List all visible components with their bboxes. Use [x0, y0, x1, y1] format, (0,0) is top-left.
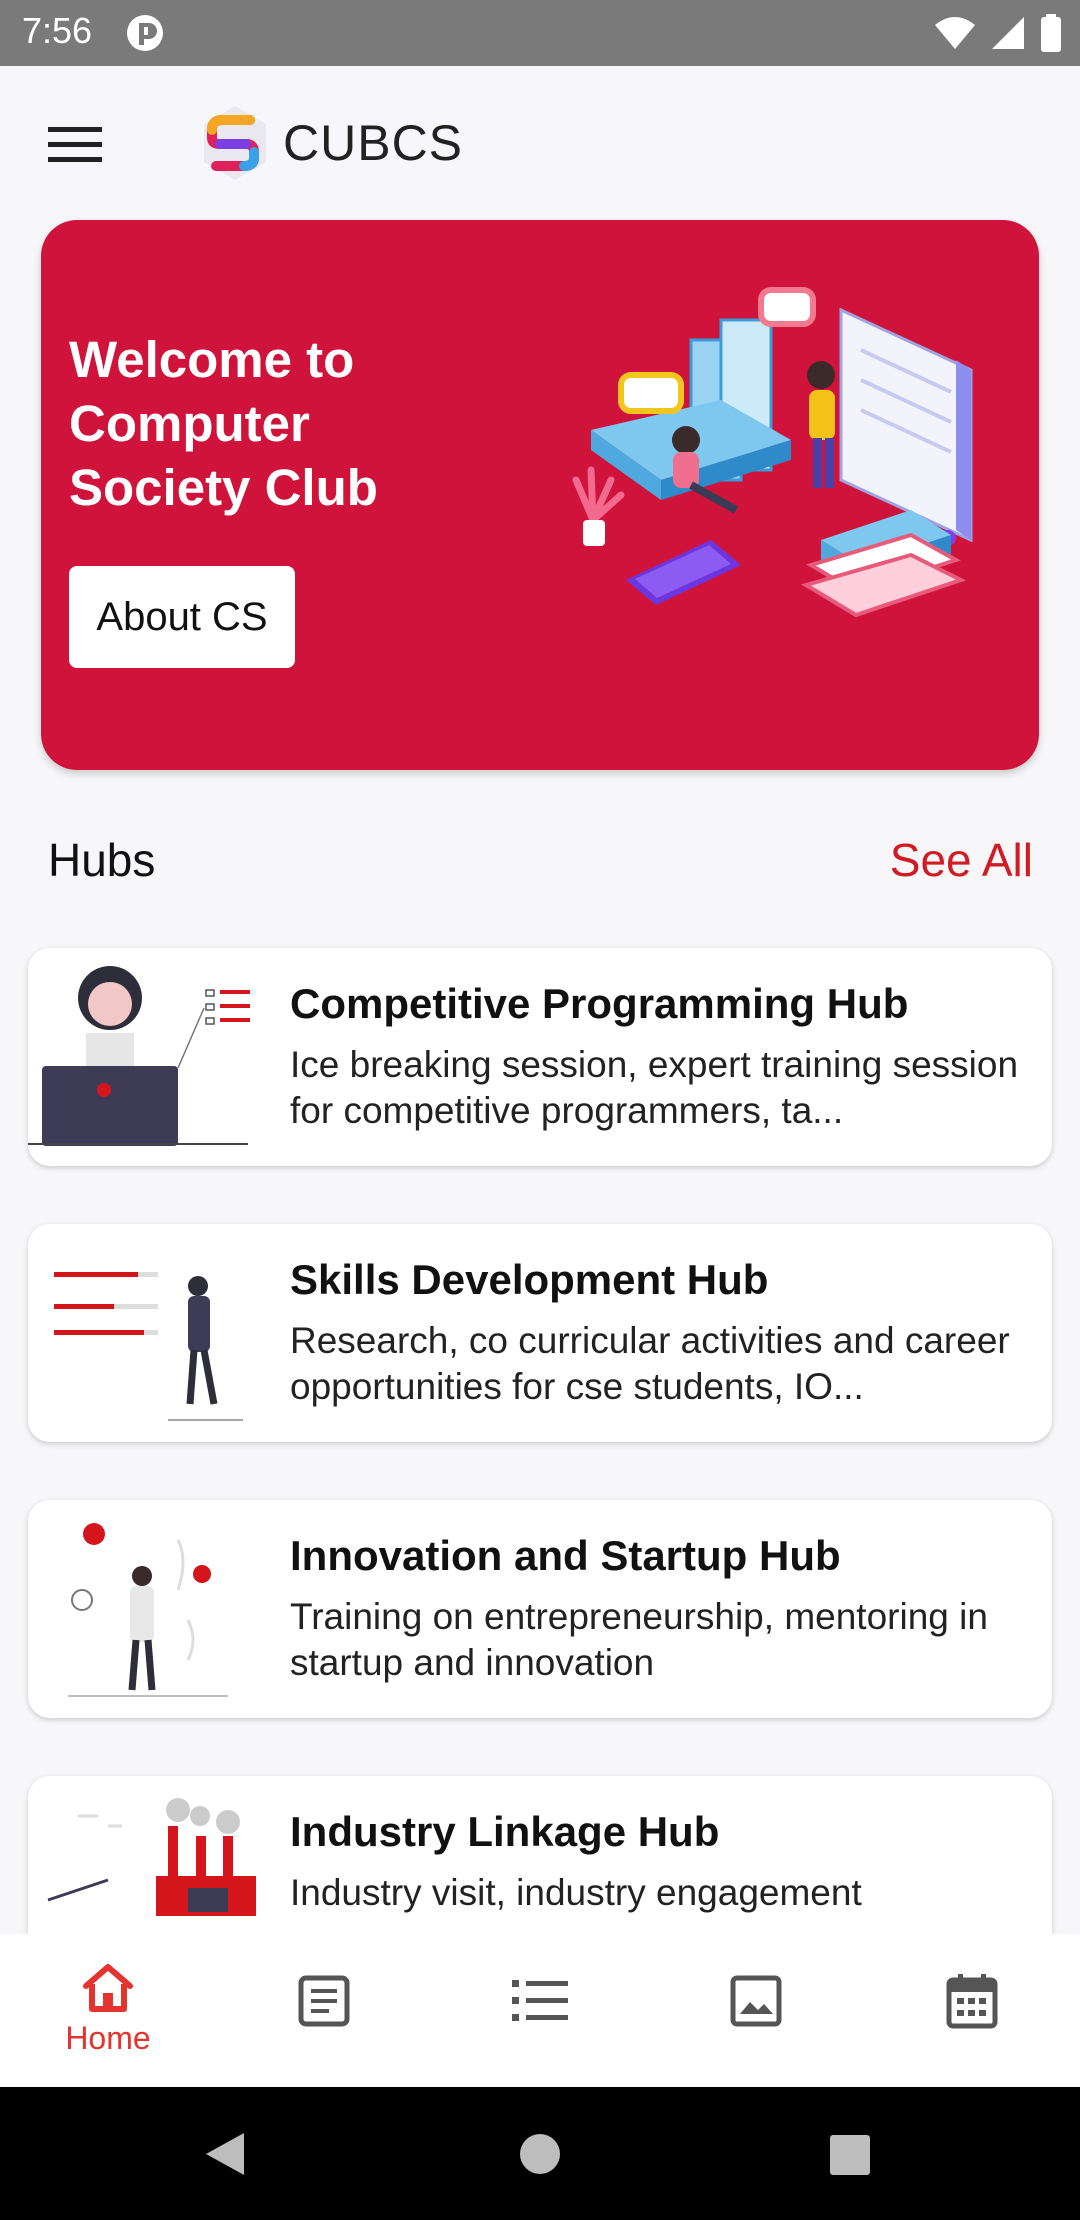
- hub-title: Competitive Programming Hub: [290, 980, 909, 1027]
- hub-card-competitive-programming[interactable]: Competitive Programming Hub Ice breaking…: [28, 948, 1052, 1166]
- recents-icon[interactable]: [829, 2134, 871, 2176]
- hamburger-menu-icon: [48, 127, 102, 162]
- nav-gallery[interactable]: [648, 1934, 864, 2087]
- nav-home[interactable]: Home: [0, 1934, 216, 2087]
- welcome-banner: Welcome to Computer Society Club About C…: [41, 220, 1039, 770]
- nav-list[interactable]: [432, 1934, 648, 2087]
- innovator-illustration: [68, 1523, 228, 1697]
- hub-description: Industry visit, industry engagement: [290, 1872, 862, 1913]
- hubs-heading: Hubs: [48, 834, 156, 886]
- notification-icon: [127, 15, 163, 51]
- hub-card-innovation-startup[interactable]: Innovation and Startup Hub Training on e…: [28, 1500, 1052, 1718]
- hub-description: Research, co curricular activities and c…: [290, 1320, 1010, 1407]
- home-icon: [83, 1964, 133, 2012]
- nav-calendar[interactable]: [864, 1934, 1080, 2087]
- app-title: CUBCS: [283, 115, 464, 171]
- home-circle-icon[interactable]: [519, 2133, 561, 2175]
- calendar-icon: [946, 1974, 998, 2029]
- menu-button[interactable]: [40, 110, 110, 180]
- programmer-illustration: [28, 966, 250, 1146]
- hub-description: Training on entrepreneurship, mentoring …: [290, 1596, 988, 1683]
- app-bar: CUBCS: [0, 66, 1080, 220]
- status-bar: 7:56: [0, 0, 1080, 66]
- article-icon: [298, 1975, 350, 2027]
- see-all-link[interactable]: See All: [890, 833, 1033, 887]
- image-icon: [730, 1975, 782, 2027]
- battery-icon: [1041, 14, 1061, 52]
- signal-icon: [992, 17, 1024, 49]
- wifi-icon: [935, 17, 975, 49]
- status-time: 7:56: [22, 10, 93, 51]
- list-icon: [512, 1980, 568, 2021]
- reading-illustration: [572, 287, 973, 618]
- hub-title: Industry Linkage Hub: [290, 1808, 720, 1855]
- about-cs-button[interactable]: About CS: [69, 566, 295, 668]
- hub-description: Ice breaking session, expert training se…: [290, 1044, 1019, 1131]
- banner-title: Welcome to Computer Society Club: [69, 331, 378, 516]
- nav-home-label: Home: [65, 2020, 151, 2056]
- hub-title: Skills Development Hub: [290, 1256, 769, 1303]
- nav-article[interactable]: [216, 1934, 432, 2087]
- back-icon[interactable]: [204, 2131, 248, 2177]
- cubcs-logo: [204, 106, 266, 180]
- presenter-illustration: [54, 1272, 243, 1421]
- bottom-navigation: Home: [0, 1934, 1080, 2087]
- hub-title: Innovation and Startup Hub: [290, 1532, 841, 1579]
- system-navigation-bar: [0, 2087, 1080, 2220]
- hub-card-skills-development[interactable]: Skills Development Hub Research, co curr…: [28, 1224, 1052, 1442]
